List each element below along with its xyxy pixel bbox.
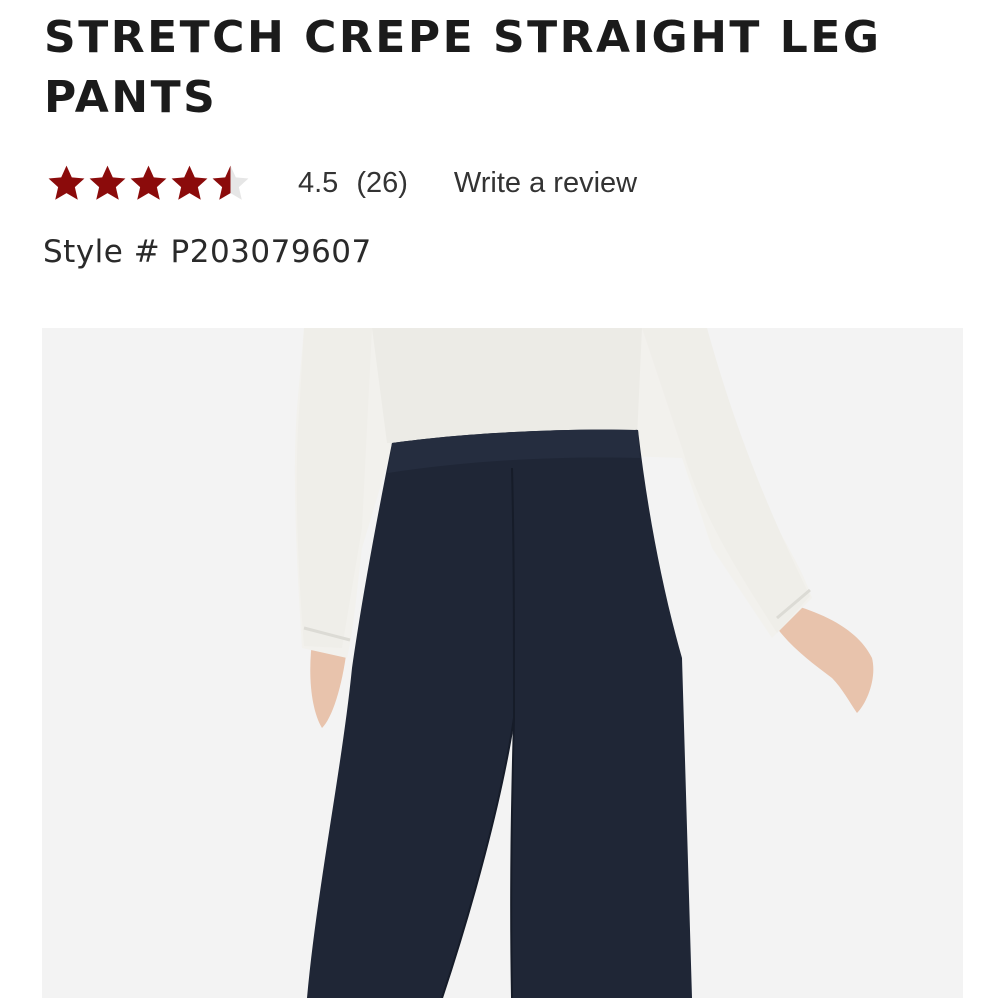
write-review-link[interactable]: Write a review	[454, 167, 637, 200]
star-rating[interactable]	[46, 163, 258, 204]
rating-summary: 4.5 (26) Write a review	[46, 158, 637, 208]
review-count[interactable]: (26)	[356, 167, 408, 200]
product-detail-page: STRETCH CREPE STRAIGHT LEG PANTS 4.5 (26…	[0, 0, 1000, 998]
product-photo	[42, 328, 963, 998]
star-icon	[48, 165, 85, 200]
star-icon	[171, 165, 208, 200]
product-image[interactable]	[42, 328, 963, 998]
star-icon	[130, 165, 167, 200]
star-icon	[89, 165, 126, 200]
rating-value: 4.5	[298, 166, 339, 199]
star-half-icon	[212, 165, 249, 200]
style-number: Style # P203079607	[43, 234, 372, 270]
product-title: STRETCH CREPE STRAIGHT LEG PANTS	[44, 12, 882, 123]
